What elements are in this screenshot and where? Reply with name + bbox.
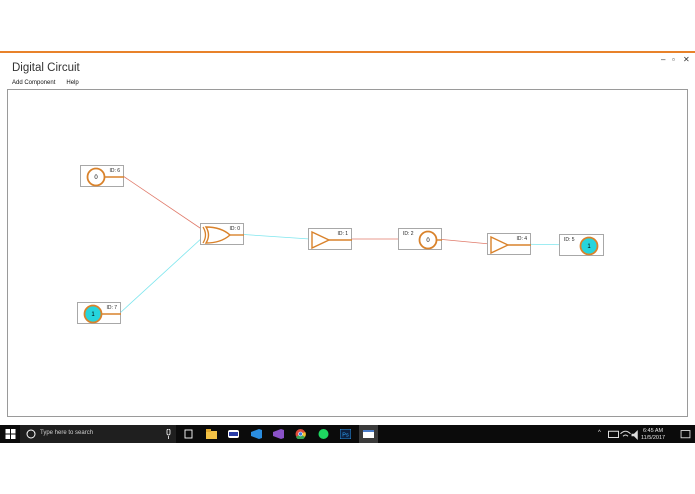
app-window-icon[interactable]: [363, 429, 374, 439]
notification-icon[interactable]: [680, 430, 691, 440]
component-input-6[interactable]: 0 ID: 6: [80, 165, 124, 187]
svg-text:Ps: Ps: [342, 433, 349, 439]
wire-7-to-0: [119, 236, 204, 314]
mic-icon[interactable]: [165, 429, 172, 439]
wire-6-to-0: [122, 175, 204, 231]
component-id-label: ID: 4: [516, 236, 527, 242]
search-placeholder: Type here to search: [40, 430, 94, 436]
component-input-7[interactable]: 1 ID: 7: [77, 302, 121, 324]
photoshop-icon[interactable]: Ps: [340, 429, 351, 439]
component-node-2[interactable]: 0 ID: 2: [398, 228, 442, 250]
windows-icon[interactable]: [5, 429, 16, 439]
component-buffer-4[interactable]: ID: 4: [487, 233, 531, 255]
search-icon: [26, 429, 36, 439]
component-id-label: ID: 0: [229, 226, 240, 232]
component-output-5[interactable]: 1 ID: 5: [559, 234, 604, 256]
clock-date: 11/5/2017: [641, 435, 666, 441]
component-id-label: ID: 7: [106, 305, 117, 311]
tray-chevron-up-icon[interactable]: ^: [598, 430, 601, 437]
chrome-icon[interactable]: [295, 429, 306, 439]
component-id-label: ID: 5: [564, 237, 575, 243]
task-view-icon[interactable]: [183, 429, 194, 439]
visual-studio-code-icon[interactable]: [251, 429, 262, 439]
file-explorer-icon[interactable]: [206, 429, 217, 439]
network-icon[interactable]: [608, 430, 619, 440]
component-id-label: ID: 2: [403, 231, 414, 237]
component-id-label: ID: 1: [337, 231, 348, 237]
component-id-label: ID: 6: [109, 168, 120, 174]
media-icon[interactable]: [228, 429, 239, 439]
clock-time: 6:45 AM: [642, 428, 664, 434]
taskbar-clock[interactable]: 6:45 AM 11/5/2017: [641, 428, 665, 442]
component-xor-0[interactable]: ID: 0: [200, 223, 244, 245]
taskbar: Type here to search Ps ^ 6:45 AM 11/5/20…: [0, 425, 695, 443]
wire-0-to-1: [235, 233, 311, 240]
component-buffer-1[interactable]: ID: 1: [308, 228, 352, 250]
wifi-icon[interactable]: [620, 430, 631, 440]
visual-studio-icon[interactable]: [273, 429, 284, 439]
taskbar-search-box[interactable]: Type here to search: [20, 425, 176, 443]
wire-2-to-4: [436, 238, 491, 245]
spotify-icon[interactable]: [318, 429, 329, 439]
